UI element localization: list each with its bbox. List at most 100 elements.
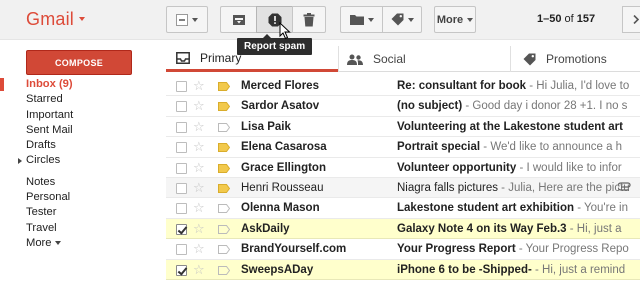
tab-social[interactable]: Social (338, 46, 510, 72)
important-marker-icon[interactable] (218, 102, 231, 114)
archive-icon (232, 14, 245, 25)
checkbox-icon (176, 13, 188, 26)
email-row[interactable]: ☆ BrandYourself.com Your Progress Report -… (166, 239, 640, 260)
email-snippet: - Hi, just a remind (531, 263, 626, 276)
more-actions-label: More (436, 13, 464, 26)
email-content: iPhone 6 to be -Shipped- - Hi, just a re… (397, 260, 640, 279)
star-icon[interactable]: ☆ (193, 221, 205, 237)
sidebar-item-inbox[interactable]: Inbox (9) (0, 77, 160, 92)
pagination-info: 1–50 of 157 (537, 13, 595, 25)
expand-arrow-icon[interactable] (18, 158, 22, 165)
move-to-button[interactable] (340, 6, 382, 33)
sidebar-item-drafts[interactable]: Drafts (0, 138, 160, 153)
page-of: of (564, 13, 574, 25)
sidebar-item-personal[interactable]: Personal (0, 190, 160, 205)
email-checkbox[interactable] (176, 203, 187, 215)
star-icon[interactable]: ☆ (193, 139, 205, 155)
email-subject: iPhone 6 to be -Shipped- (397, 263, 532, 276)
delete-button[interactable] (292, 6, 326, 33)
email-subject: Your Progress Report (397, 243, 516, 256)
sidebar-item-more[interactable]: More (0, 236, 160, 251)
important-marker-icon[interactable] (218, 245, 231, 257)
chevron-down-icon (192, 17, 198, 22)
compose-button[interactable]: COMPOSE (26, 50, 132, 75)
email-checkbox[interactable] (176, 182, 187, 194)
sidebar-item-circles[interactable]: Circles (0, 153, 160, 168)
paperclip-icon (616, 182, 632, 195)
chevron-down-icon (467, 17, 474, 22)
sidebar-item-notes[interactable]: Notes (0, 175, 160, 190)
important-marker-icon[interactable] (218, 224, 231, 237)
important-marker-icon[interactable] (218, 143, 231, 155)
email-checkbox[interactable] (176, 162, 187, 174)
email-checkbox[interactable] (176, 223, 187, 235)
chevron-down-icon (407, 17, 414, 22)
select-all-button[interactable] (166, 6, 208, 33)
email-checkbox[interactable] (176, 101, 187, 113)
tab-label: Promotions (546, 52, 607, 66)
email-content: Portrait special - We'd like to announce… (397, 137, 640, 156)
star-icon[interactable]: ☆ (193, 160, 205, 176)
email-content: Re: consultant for book - Hi Julia, I'd … (397, 76, 640, 95)
email-sender: Grace Ellington (241, 161, 326, 174)
email-snippet: - Julia, Here are the pictu (497, 181, 630, 194)
sidebar: Inbox (9) Starred Important Sent Mail Dr… (0, 77, 160, 251)
email-checkbox[interactable] (176, 244, 187, 256)
brand-caret-icon (79, 16, 86, 21)
star-icon[interactable]: ☆ (193, 98, 205, 114)
email-snippet: - Good day i donor 28 +1. I no s (462, 100, 628, 113)
sidebar-item-label: Sent Mail (26, 123, 73, 136)
star-icon[interactable]: ☆ (193, 78, 205, 94)
email-checkbox[interactable] (176, 121, 187, 133)
email-row[interactable]: ☆ Olenna Mason Lakestone student art exhib… (166, 198, 640, 219)
email-sender: Elena Casarosa (241, 141, 327, 154)
email-content: Lakestone student art exhibition - You'r… (397, 198, 640, 217)
email-row[interactable]: ☆ Grace Ellington Volunteer opportunity - … (166, 158, 640, 178)
brand-label: Gmail (26, 9, 75, 29)
important-marker-icon[interactable] (218, 265, 231, 278)
star-icon[interactable]: ☆ (193, 180, 205, 196)
email-checkbox[interactable] (176, 81, 187, 92)
important-marker-icon[interactable] (218, 163, 231, 176)
sidebar-item-travel[interactable]: Travel (0, 221, 160, 236)
important-marker-icon[interactable] (218, 183, 231, 196)
app-brand[interactable]: Gmail (26, 9, 86, 30)
email-row[interactable]: ☆ Elena Casarosa Portrait special - We'd l… (166, 137, 640, 158)
older-button[interactable] (622, 6, 640, 33)
email-checkbox[interactable] (176, 142, 187, 154)
email-subject: Re: consultant for book (397, 80, 527, 92)
email-sender: Lisa Paik (241, 120, 291, 133)
email-checkbox[interactable] (176, 264, 187, 276)
sidebar-item-label: More (26, 236, 52, 249)
star-icon[interactable]: ☆ (193, 262, 205, 278)
important-marker-icon[interactable] (218, 204, 231, 216)
email-row[interactable]: ☆ AskDaily Galaxy Note 4 on its Way Feb.3 … (166, 218, 640, 240)
sidebar-item-label: Inbox (9) (26, 78, 73, 90)
sidebar-item-sent-mail[interactable]: Sent Mail (0, 123, 160, 138)
toolbar: Gmail More 1–50 of 157 (0, 0, 640, 40)
labels-button[interactable] (382, 6, 422, 33)
email-row[interactable]: ☆ Lisa Paik Volunteering at the Lakestone … (166, 117, 640, 138)
tooltip-report-spam: Report spam (237, 34, 313, 55)
sidebar-item-important[interactable]: Important (0, 108, 160, 123)
important-marker-icon[interactable] (218, 82, 231, 94)
email-subject: Galaxy Note 4 on its Way Feb.3 (397, 222, 567, 235)
star-icon[interactable]: ☆ (193, 119, 205, 135)
archive-button[interactable] (220, 6, 256, 33)
sidebar-item-starred[interactable]: Starred (0, 92, 160, 107)
more-actions-button[interactable]: More (434, 6, 476, 33)
email-row[interactable]: ☆ SweepsADay iPhone 6 to be -Shipped- - Hi… (166, 259, 640, 280)
email-subject: Volunteering at the Lakestone student ar… (397, 120, 623, 133)
email-row[interactable]: ☆ Sardor Asatov (no subject) - Good day i … (166, 96, 640, 117)
email-snippet: - Hi Julia, I'd love to (526, 80, 630, 92)
email-snippet: - I would like to infor (516, 161, 622, 174)
important-marker-icon[interactable] (218, 122, 231, 135)
email-row[interactable]: ☆ Henri Rousseau Niagra falls pictures - J… (166, 177, 640, 199)
email-row[interactable]: ☆ Merced Flores Re: consultant for book - … (166, 76, 640, 97)
tab-promotions[interactable]: Promotions (510, 46, 640, 72)
sidebar-item-tester[interactable]: Tester (0, 205, 160, 220)
sidebar-item-label: Travel (26, 221, 57, 234)
star-icon[interactable]: ☆ (193, 200, 205, 216)
email-subject: Portrait special (397, 141, 481, 154)
star-icon[interactable]: ☆ (193, 241, 205, 257)
